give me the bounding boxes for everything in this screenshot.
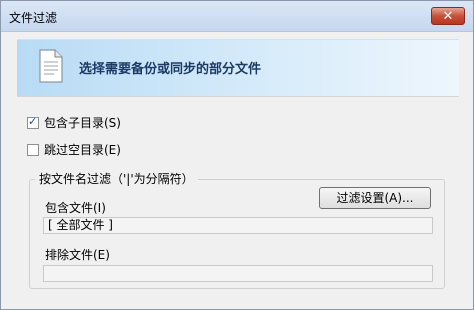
title-bar: 文件过滤 ✕ — [1, 1, 473, 32]
include-subdirs-label: 包含子目录(S) — [44, 116, 121, 130]
include-subdirs-option[interactable]: 包含子目录(S) — [27, 114, 121, 131]
close-icon: ✕ — [442, 9, 454, 24]
include-files-label: 包含文件(I) — [45, 201, 106, 215]
document-icon — [39, 49, 63, 83]
window-title: 文件过滤 — [9, 11, 58, 25]
include-files-field[interactable]: [ 全部文件 ] — [43, 217, 433, 234]
close-button[interactable]: ✕ — [431, 7, 465, 25]
banner-text: 选择需要备份或同步的部分文件 — [79, 62, 262, 77]
include-subdirs-checkbox[interactable] — [27, 115, 39, 129]
header-banner: 选择需要备份或同步的部分文件 — [17, 39, 459, 96]
skip-empty-dirs-label: 跳过空目录(E) — [44, 143, 121, 157]
skip-empty-dirs-option[interactable]: 跳过空目录(E) — [27, 141, 121, 158]
file-filter-dialog: 文件过滤 ✕ 选择需要备份或同步的部分文件 包含子目录(S) 跳过空目录(E) … — [0, 0, 474, 310]
exclude-files-label: 排除文件(E) — [45, 248, 110, 262]
skip-empty-dirs-checkbox[interactable] — [27, 143, 39, 156]
filter-settings-button[interactable]: 过滤设置(A)... — [319, 187, 431, 209]
filter-group-label: 按文件名过滤（'|'为分隔符） — [35, 170, 198, 187]
exclude-files-field[interactable] — [43, 265, 433, 282]
divider — [17, 96, 459, 97]
